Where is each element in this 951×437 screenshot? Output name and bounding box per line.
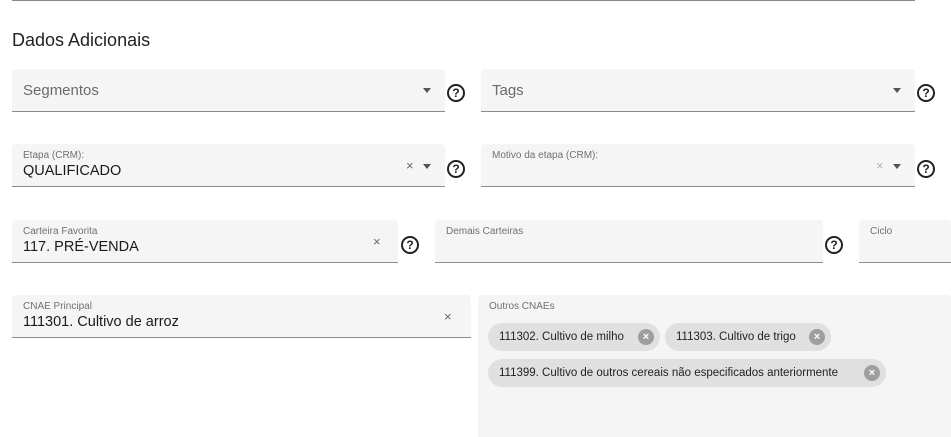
help-icon[interactable]: ? bbox=[447, 84, 465, 102]
chip-label: 111399. Cultivo de outros cereais não es… bbox=[499, 367, 839, 379]
ciclo-input[interactable]: Ciclo bbox=[859, 220, 951, 263]
demais-carteiras-select[interactable]: Demais Carteiras bbox=[435, 220, 823, 263]
remove-chip-icon[interactable]: × bbox=[864, 365, 880, 381]
section-title: Dados Adicionais bbox=[12, 30, 151, 50]
outros-cnaes-select[interactable]: Outros CNAEs 111302. Cultivo de milho × … bbox=[478, 295, 951, 437]
clear-icon[interactable]: × bbox=[373, 235, 381, 248]
clear-icon[interactable]: × bbox=[444, 310, 452, 323]
motivo-label: Motivo da etapa (CRM): bbox=[492, 150, 599, 161]
etapa-label: Etapa (CRM): bbox=[23, 150, 85, 161]
clear-icon[interactable]: × bbox=[406, 159, 414, 172]
help-icon[interactable]: ? bbox=[401, 236, 419, 254]
help-icon[interactable]: ? bbox=[917, 84, 935, 102]
outros-label: Outros CNAEs bbox=[489, 301, 555, 312]
ciclo-label: Ciclo bbox=[870, 226, 893, 237]
segmentos-select[interactable]: Segmentos bbox=[12, 69, 445, 112]
etapa-crm-select[interactable]: Etapa (CRM): QUALIFICADO × bbox=[12, 144, 445, 187]
help-icon[interactable]: ? bbox=[825, 236, 843, 254]
cnae-principal-select[interactable]: CNAE Principal 111301. Cultivo de arroz … bbox=[12, 295, 471, 338]
clear-icon[interactable]: × bbox=[876, 159, 884, 172]
chevron-down-icon[interactable] bbox=[423, 164, 431, 169]
remove-chip-icon[interactable]: × bbox=[809, 329, 825, 345]
tags-placeholder: Tags bbox=[492, 82, 524, 99]
chevron-down-icon[interactable] bbox=[423, 88, 431, 93]
help-icon[interactable]: ? bbox=[447, 160, 465, 178]
chevron-down-icon[interactable] bbox=[893, 88, 901, 93]
motivo-etapa-select[interactable]: Motivo da etapa (CRM): × bbox=[481, 144, 915, 187]
help-icon[interactable]: ? bbox=[917, 160, 935, 178]
remove-chip-icon[interactable]: × bbox=[638, 329, 654, 345]
cnae-chip[interactable]: 111303. Cultivo de trigo × bbox=[665, 323, 831, 351]
demais-label: Demais Carteiras bbox=[446, 226, 524, 237]
cnae-chip[interactable]: 111399. Cultivo de outros cereais não es… bbox=[488, 359, 886, 387]
carteira-label: Carteira Favorita bbox=[23, 226, 98, 237]
top-divider bbox=[12, 0, 915, 1]
etapa-value: QUALIFICADO bbox=[23, 163, 122, 179]
carteira-favorita-select[interactable]: Carteira Favorita 117. PRÉ-VENDA × bbox=[12, 220, 398, 263]
chip-label: 111303. Cultivo de trigo bbox=[676, 331, 796, 343]
cnae-label: CNAE Principal bbox=[23, 301, 92, 312]
cnae-value: 111301. Cultivo de arroz bbox=[23, 314, 179, 330]
cnae-chip[interactable]: 111302. Cultivo de milho × bbox=[488, 323, 660, 351]
chip-label: 111302. Cultivo de milho bbox=[499, 331, 624, 343]
segmentos-placeholder: Segmentos bbox=[23, 82, 99, 99]
chevron-down-icon[interactable] bbox=[893, 164, 901, 169]
carteira-value: 117. PRÉ-VENDA bbox=[23, 239, 139, 255]
tags-select[interactable]: Tags bbox=[481, 69, 915, 112]
